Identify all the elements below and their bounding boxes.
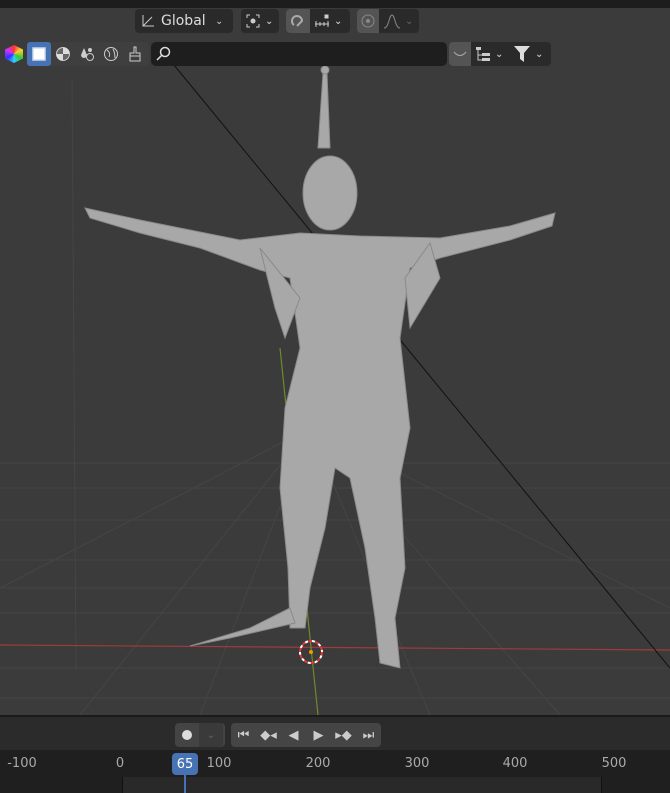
outliner-filters: ⌄ ⌄ (449, 42, 551, 66)
transform-orientation-icon (135, 9, 161, 33)
current-frame-indicator[interactable]: 65 (172, 753, 198, 775)
world-icon[interactable] (99, 42, 123, 66)
search-input[interactable] (175, 46, 447, 62)
restrict-select-icon[interactable] (27, 42, 51, 66)
next-keyframe-icon[interactable]: ▸◆ (331, 723, 356, 747)
render-icon[interactable] (51, 42, 75, 66)
pivot-icon (241, 9, 265, 33)
snap-group: ⌄ (286, 9, 350, 33)
timeline-header: ⌄ ⏮ ◆◂ ◀ ▶ ▸◆ ⏭ (0, 715, 670, 750)
x-axis-line (0, 644, 670, 651)
transform-orientation-label: Global (161, 13, 206, 29)
ruler-tick: -100 (7, 756, 37, 771)
ruler-tick: 300 (404, 756, 430, 771)
chevron-down-icon[interactable]: ⌄ (535, 49, 543, 60)
scene (0, 47, 670, 715)
chevron-down-icon[interactable]: ⌄ (405, 16, 413, 27)
prev-keyframe-icon[interactable]: ◆◂ (256, 723, 281, 747)
pivot-point-dropdown[interactable]: ⌄ (241, 9, 279, 33)
ruler-tick: 0 (115, 756, 125, 771)
transform-orientation-dropdown[interactable]: Global ⌄ (135, 9, 233, 33)
hierarchy-icon[interactable] (471, 42, 495, 66)
search-icon (151, 42, 175, 66)
playhead-line[interactable] (184, 775, 186, 793)
camera-line (159, 47, 670, 669)
jump-end-icon[interactable]: ⏭ (356, 723, 381, 747)
hide-icon[interactable] (449, 42, 471, 66)
3d-viewport[interactable]: Global ⌄ ⌄ ⌄ ⌄ ⌄ ⌄ (0, 8, 670, 715)
snap-icon[interactable] (286, 9, 310, 33)
search-field[interactable] (151, 42, 447, 66)
snap-increment-icon[interactable] (310, 9, 334, 33)
ruler-tick: 400 (502, 756, 528, 771)
material-icon[interactable] (75, 42, 99, 66)
chevron-down-icon: ⌄ (215, 15, 224, 27)
record-icon[interactable] (175, 723, 199, 747)
chevron-down-icon[interactable]: ⌄ (334, 16, 342, 27)
playback-controls: ⏮ ◆◂ ◀ ▶ ▸◆ ⏭ (231, 723, 381, 747)
frame-range (122, 777, 602, 793)
chevron-down-icon[interactable]: ⌄ (495, 49, 509, 60)
proportional-edit-group: ⌄ (357, 9, 419, 33)
restrict-toggles (27, 42, 149, 66)
brush-icon[interactable] (123, 42, 147, 66)
character-mesh (84, 65, 556, 669)
timeline-ruler[interactable]: -100 0 100 200 300 400 500 65 (0, 750, 670, 793)
play-icon[interactable]: ▶ (306, 723, 331, 747)
jump-start-icon[interactable]: ⏮ (231, 723, 256, 747)
proportional-edit-icon[interactable] (357, 9, 379, 33)
chevron-down-icon[interactable]: ⌄ (199, 723, 223, 747)
play-reverse-icon[interactable]: ◀ (281, 723, 306, 747)
ruler-tick: 100 (206, 756, 232, 771)
ruler-tick: 200 (305, 756, 331, 771)
ruler-tick: 500 (601, 756, 627, 771)
chevron-down-icon: ⌄ (265, 15, 274, 27)
filter-icon[interactable] (509, 42, 535, 66)
falloff-icon[interactable] (379, 9, 405, 33)
keying-group: ⌄ (175, 723, 225, 747)
